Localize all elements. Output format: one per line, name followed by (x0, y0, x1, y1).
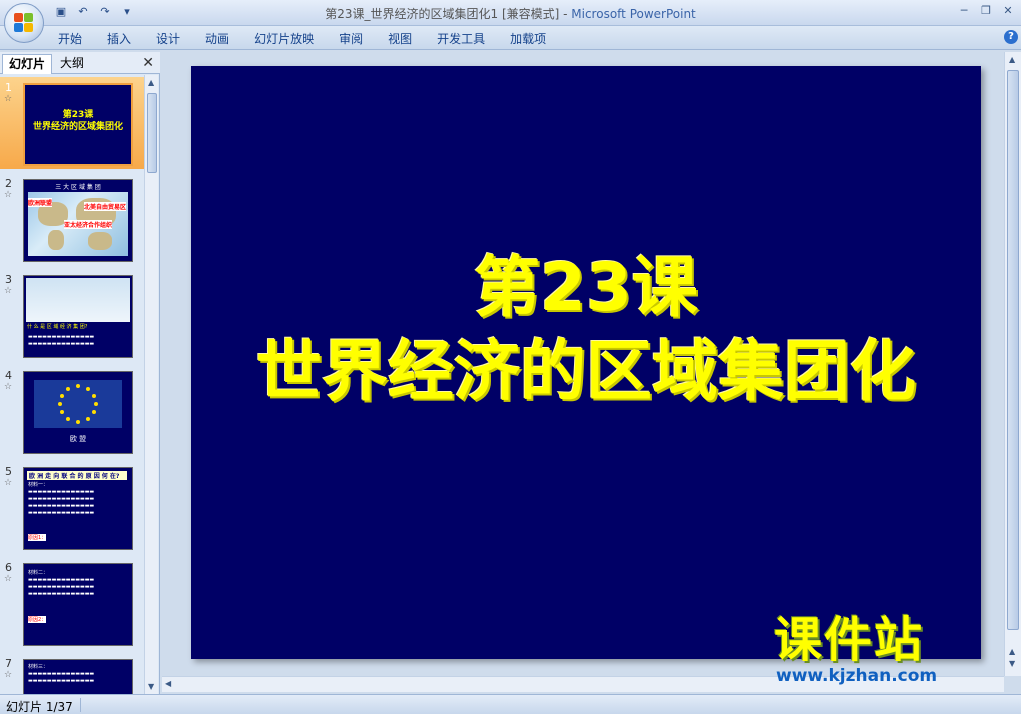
thumb-label: 欧 盟 (69, 435, 87, 443)
status-bar: 幻灯片 1/37 (0, 694, 1021, 714)
scroll-left-icon[interactable]: ◀ (165, 679, 171, 688)
animation-star-icon: ☆ (4, 94, 13, 104)
scroll-thumb[interactable] (1007, 70, 1019, 630)
thumbnail-image: 欧 盟 (23, 371, 133, 454)
eu-flag-image (34, 380, 122, 428)
maximize-icon[interactable]: ❐ (977, 3, 995, 19)
slide-number: 4 (5, 369, 12, 382)
thumb-body-lines: ▬▬▬▬▬▬▬▬▬▬▬▬▬▬ ▬▬▬▬▬▬▬▬▬▬▬▬▬▬ (28, 334, 95, 347)
scroll-up-icon[interactable]: ▲ (148, 78, 154, 87)
panel-close-icon[interactable]: ✕ (142, 55, 154, 71)
watermark-url: www.kjzhan.com (776, 666, 938, 686)
status-separator (80, 698, 81, 712)
window-title: 第23课_世界经济的区域集团化1 [兼容模式] - Microsoft Powe… (0, 5, 1021, 22)
thumbnail-image: 第23课 世界经济的区域集团化 (23, 83, 133, 166)
thumb-body: 材料二： ▬▬▬▬▬▬▬▬▬▬▬▬▬▬ ▬▬▬▬▬▬▬▬▬▬▬▬▬▬ ▬▬▬▬▬▬▬▬… (28, 570, 95, 597)
slide-indicator: 幻灯片 1/37 (6, 700, 73, 714)
tab-review[interactable]: 审阅 (329, 31, 373, 47)
document-title: 第23课_世界经济的区域集团化1 [兼容模式] - (325, 7, 572, 21)
slide-thumbnail-1[interactable]: 1 ☆ 第23课 世界经济的区域集团化 (0, 77, 144, 169)
slide-number: 1 (5, 81, 12, 94)
thumb-body: 材料三： ▬▬▬▬▬▬▬▬▬▬▬▬▬▬ ▬▬▬▬▬▬▬▬▬▬▬▬▬▬ (28, 664, 95, 684)
slide-thumbnail-3[interactable]: 3 ☆ 什 么 是 区 域 经 济 集 团? ▬▬▬▬▬▬▬▬▬▬▬▬▬▬ ▬▬▬… (0, 269, 144, 361)
close-icon[interactable]: ✕ (999, 3, 1017, 19)
slide-thumbnail-7[interactable]: 7 ☆ 材料三： ▬▬▬▬▬▬▬▬▬▬▬▬▬▬ ▬▬▬▬▬▬▬▬▬▬▬▬▬▬ (0, 653, 144, 694)
scroll-down-icon[interactable]: ▼ (148, 682, 154, 691)
slide-editing-area: 第23课 世界经济的区域集团化 (162, 52, 1004, 676)
slide-scrollbar[interactable]: ▲ ▲ ▼ (1004, 52, 1021, 676)
slide-number: 2 (5, 177, 12, 190)
slide-number: 3 (5, 273, 12, 286)
slide-title-line2: 世界经济的区域集团化 (256, 333, 916, 410)
slide-number: 6 (5, 561, 12, 574)
tab-animations[interactable]: 动画 (195, 31, 239, 47)
thumbnail-image: 材料三： ▬▬▬▬▬▬▬▬▬▬▬▬▬▬ ▬▬▬▬▬▬▬▬▬▬▬▬▬▬ (23, 659, 133, 694)
thumb-title-line1: 第23课 (62, 110, 94, 120)
next-slide-icon[interactable]: ▼ (1009, 659, 1015, 668)
tab-slideshow[interactable]: 幻灯片放映 (244, 31, 324, 47)
slide-thumbnail-2[interactable]: 2 ☆ 三 大 区 域 集 团 欧洲联盟 北美自由贸易区 亚太经济合作组织 (0, 173, 144, 265)
slide-number: 7 (5, 657, 12, 670)
tab-addins[interactable]: 加载项 (500, 31, 556, 47)
thumbnail-image: 什 么 是 区 域 经 济 集 团? ▬▬▬▬▬▬▬▬▬▬▬▬▬▬ ▬▬▬▬▬▬▬… (23, 275, 133, 358)
map-tag: 欧洲联盟 (28, 198, 53, 207)
thumb-sub: 材料一： (28, 482, 49, 488)
map-tag: 北美自由贸易区 (84, 202, 127, 211)
slide-title[interactable]: 第23课 世界经济的区域集团化 (191, 246, 981, 414)
window-controls: ─ ❐ ✕ (955, 3, 1017, 19)
animation-star-icon: ☆ (4, 670, 13, 680)
thumb-title-line2: 世界经济的区域集团化 (32, 122, 123, 132)
current-slide[interactable]: 第23课 世界经济的区域集团化 (191, 66, 981, 659)
tab-view[interactable]: 视图 (378, 31, 422, 47)
scroll-up-icon[interactable]: ▲ (1009, 55, 1015, 64)
prev-slide-icon[interactable]: ▲ (1009, 647, 1015, 656)
tab-design[interactable]: 设计 (146, 31, 190, 47)
thumb-body: 材料一： ▬▬▬▬▬▬▬▬▬▬▬▬▬▬ ▬▬▬▬▬▬▬▬▬▬▬▬▬▬ ▬▬▬▬▬▬▬▬… (28, 482, 95, 516)
slide-number: 5 (5, 465, 12, 478)
title-bar: ▣ ↶ ↷ ▾ 第23课_世界经济的区域集团化1 [兼容模式] - Micros… (0, 0, 1021, 26)
slide-title-line1: 第23课 (474, 249, 698, 326)
scroll-thumb[interactable] (147, 93, 157, 173)
thumbnail-title: 第23课 世界经济的区域集团化 (25, 109, 131, 133)
animation-star-icon: ☆ (4, 382, 13, 392)
ribbon-tabs: 开始 插入 设计 动画 幻灯片放映 审阅 视图 开发工具 加载项 (48, 31, 561, 47)
watermark-cn: 课件站 (774, 612, 925, 668)
thumb-header: 欧 洲 走 向 联 合 的 原 因 何 在? (27, 471, 127, 480)
office-button[interactable] (4, 3, 44, 43)
tab-home[interactable]: 开始 (48, 31, 92, 47)
thumb-sub: 材料三： (28, 664, 49, 670)
slide-thumbnail-6[interactable]: 6 ☆ 材料二： ▬▬▬▬▬▬▬▬▬▬▬▬▬▬ ▬▬▬▬▬▬▬▬▬▬▬▬▬▬ ▬▬▬▬… (0, 557, 144, 649)
map-tag: 亚太经济合作组织 (64, 220, 113, 229)
animation-star-icon: ☆ (4, 190, 13, 200)
slides-panel: 幻灯片 大纲 ✕ 1 ☆ 第23课 世界经济的区域集团化 2 ☆ 三 大 区 域… (0, 52, 160, 694)
animation-star-icon: ☆ (4, 574, 13, 584)
minimize-icon[interactable]: ─ (955, 3, 973, 19)
watermark-logo: 课件站 www.kjzhan.com (770, 612, 1006, 690)
thumb-red-label: 原因2： (28, 616, 47, 623)
office-logo-icon (14, 13, 34, 33)
thumbnail-image: 材料二： ▬▬▬▬▬▬▬▬▬▬▬▬▬▬ ▬▬▬▬▬▬▬▬▬▬▬▬▬▬ ▬▬▬▬▬▬▬▬… (23, 563, 133, 646)
thumbnail-image: 三 大 区 域 集 团 欧洲联盟 北美自由贸易区 亚太经济合作组织 (23, 179, 133, 262)
slide-thumbnail-5[interactable]: 5 ☆ 欧 洲 走 向 联 合 的 原 因 何 在? 材料一： ▬▬▬▬▬▬▬▬▬… (0, 461, 144, 553)
panel-tabs: 幻灯片 大纲 ✕ (0, 52, 160, 74)
tab-insert[interactable]: 插入 (97, 31, 141, 47)
help-icon[interactable]: ? (1004, 30, 1018, 44)
slide-thumbnail-4[interactable]: 4 ☆ 欧 盟 (0, 365, 144, 457)
map-image (26, 278, 130, 322)
tab-developer[interactable]: 开发工具 (427, 31, 495, 47)
tab-slides[interactable]: 幻灯片 (2, 54, 53, 74)
ribbon: 开始 插入 设计 动画 幻灯片放映 审阅 视图 开发工具 加载项 ? (0, 26, 1021, 50)
animation-star-icon: ☆ (4, 478, 13, 488)
thumb-text: 什 么 是 区 域 经 济 集 团? (27, 324, 88, 330)
thumbnail-list: 1 ☆ 第23课 世界经济的区域集团化 2 ☆ 三 大 区 域 集 团 欧洲联盟… (0, 75, 144, 694)
thumb-header: 三 大 区 域 集 团 (55, 184, 101, 191)
thumb-red-label: 原因1： (28, 534, 47, 541)
thumbnail-image: 欧 洲 走 向 联 合 的 原 因 何 在? 材料一： ▬▬▬▬▬▬▬▬▬▬▬▬▬… (23, 467, 133, 550)
app-name: Microsoft PowerPoint (571, 7, 696, 21)
thumb-sub: 材料二： (28, 570, 49, 576)
tab-outline[interactable]: 大纲 (54, 54, 90, 74)
animation-star-icon: ☆ (4, 286, 13, 296)
thumbnail-scrollbar[interactable]: ▲ ▼ (144, 75, 158, 694)
